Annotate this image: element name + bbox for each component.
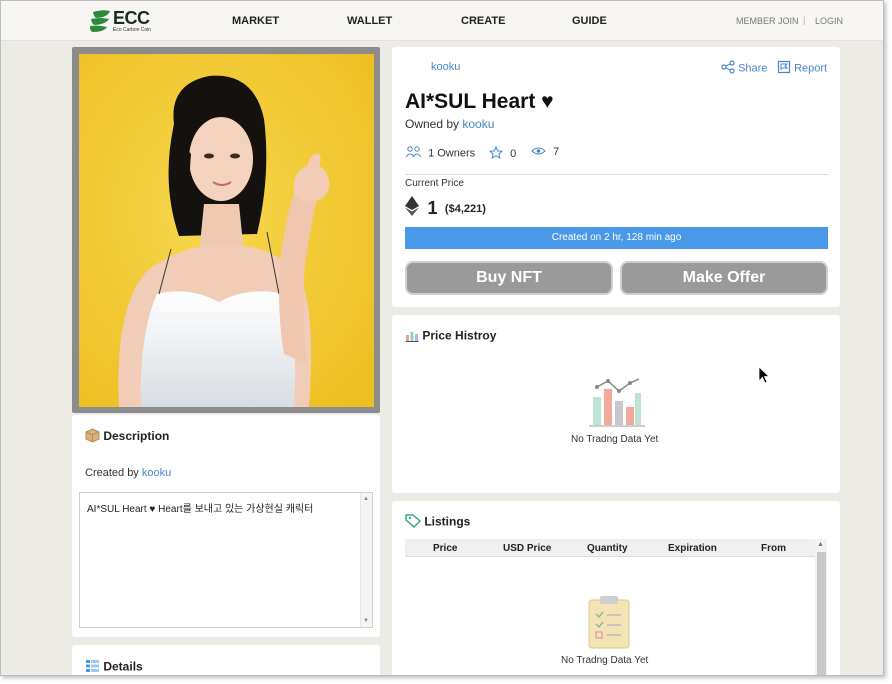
favorites-stat[interactable]: 0: [488, 145, 517, 162]
ethereum-icon: [405, 196, 419, 221]
price-history-header: Price Histroy: [405, 328, 496, 345]
price-history-title: Price Histroy: [422, 328, 497, 343]
nft-image[interactable]: [79, 54, 374, 407]
top-nav: ECC Eco Carbon Coin MARKET WALLET CREATE…: [1, 1, 883, 41]
empty-chart-icon: [589, 377, 645, 434]
listings-table-header: Price USD Price Quantity Expiration From: [405, 539, 815, 557]
description-title: Description: [103, 429, 170, 444]
listings-scroll-thumb[interactable]: [817, 552, 826, 675]
current-price-label: Current Price: [405, 178, 464, 189]
creator-link[interactable]: kooku: [431, 61, 460, 73]
report-label: Report: [794, 62, 828, 75]
views-count: 7: [553, 146, 560, 159]
report-button[interactable]: Report: [777, 60, 827, 77]
star-icon: [488, 145, 504, 162]
logo-name: ECC: [113, 8, 150, 28]
details-title: Details: [103, 659, 143, 674]
nav-market[interactable]: MARKET: [232, 15, 279, 27]
owned-by-label: Owned by: [405, 117, 460, 131]
owners-count: 1 Owners: [428, 147, 476, 160]
mouse-cursor-icon: [758, 366, 771, 389]
price-history-empty: No Tradng Data Yet: [571, 434, 659, 445]
login-link[interactable]: LOGIN: [815, 16, 843, 26]
eye-icon: [531, 146, 546, 159]
listings-empty: No Tradng Data Yet: [561, 655, 649, 666]
nav-guide[interactable]: GUIDE: [572, 15, 607, 27]
member-join-link[interactable]: MEMBER JOIN: [736, 16, 799, 26]
leaf-logo-icon: [89, 9, 111, 33]
scroll-up-arrow-icon[interactable]: ▲: [817, 541, 824, 548]
browser-viewport: ECC Eco Carbon Coin MARKET WALLET CREATE…: [0, 0, 884, 676]
listings-title: Listings: [424, 514, 471, 529]
share-icon: [721, 60, 735, 77]
divider: [405, 174, 828, 175]
share-button[interactable]: Share: [721, 60, 767, 77]
owner-link[interactable]: kooku: [462, 117, 494, 131]
tag-icon: [405, 514, 422, 531]
share-label: Share: [738, 62, 768, 75]
column-from: From: [761, 543, 786, 554]
created-status-bar: Created on 2 hr, 128 min ago: [405, 227, 828, 249]
item-title: AI*SUL Heart ♥: [405, 90, 554, 113]
logo[interactable]: ECC Eco Carbon Coin: [89, 9, 151, 33]
details-header[interactable]: Details: [85, 659, 143, 675]
column-usd-price: USD Price: [503, 543, 552, 554]
description-textarea[interactable]: AI*SUL Heart ♥ Heart를 보내고 있는 가상현실 캐릭터 ▲ …: [79, 492, 373, 628]
nav-separator: |: [803, 15, 806, 25]
column-price: Price: [433, 543, 458, 554]
logo-tagline: Eco Carbon Coin: [113, 27, 152, 33]
owned-by: Owned by kooku: [405, 117, 494, 131]
list-icon: [85, 659, 100, 675]
chart-icon: [405, 328, 419, 345]
nav-create[interactable]: CREATE: [461, 15, 505, 27]
created-by-label: Created by: [85, 467, 139, 479]
price-row: 1 ($4,221): [405, 196, 486, 221]
nav-wallet[interactable]: WALLET: [347, 15, 392, 27]
column-expiration: Expiration: [668, 543, 717, 554]
desc-scroll-up-icon[interactable]: ▲: [363, 496, 369, 502]
report-icon: [777, 60, 791, 77]
owners-icon: [405, 146, 425, 161]
buy-nft-button[interactable]: Buy NFT: [405, 261, 613, 295]
make-offer-button[interactable]: Make Offer: [620, 261, 828, 295]
description-creator-link[interactable]: kooku: [142, 467, 171, 479]
desc-scroll-down-icon[interactable]: ▼: [363, 618, 369, 624]
clipboard-icon: [587, 594, 631, 655]
listings-header: Listings: [405, 514, 470, 531]
column-quantity: Quantity: [587, 543, 628, 554]
box-icon: [85, 428, 100, 446]
owners-stat: 1 Owners: [405, 146, 475, 161]
description-header: Description: [85, 428, 169, 446]
created-by: Created by kooku: [85, 467, 171, 479]
price-value: 1: [427, 198, 438, 218]
favorites-count: 0: [510, 147, 517, 160]
description-text: AI*SUL Heart ♥ Heart를 보내고 있는 가상현실 캐릭터: [87, 504, 314, 515]
views-stat: 7: [531, 146, 559, 159]
description-scrollbar[interactable]: ▲ ▼: [360, 493, 372, 627]
price-usd: ($4,221): [444, 202, 486, 215]
